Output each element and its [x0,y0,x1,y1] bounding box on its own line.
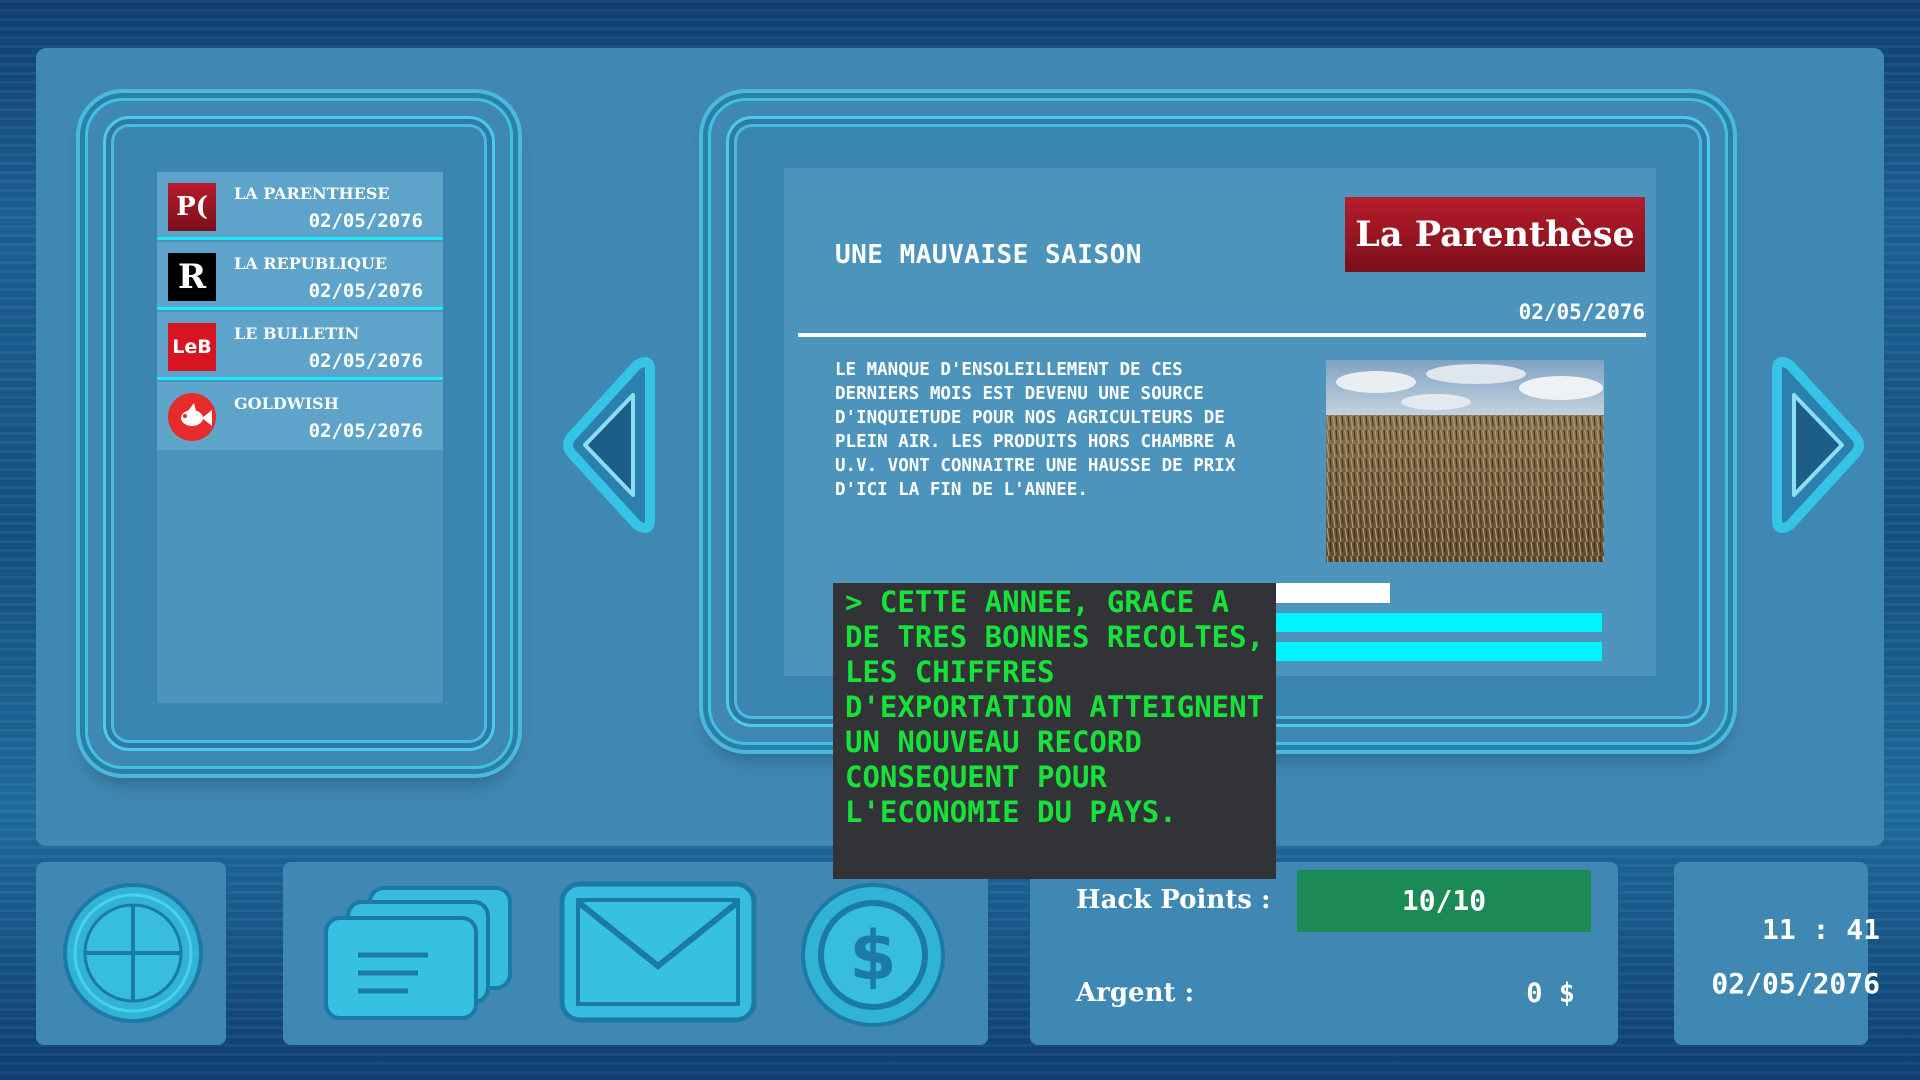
news-item-name: LE BULLETIN [234,324,360,343]
logo-text: P( [176,192,208,222]
target-icon [63,883,203,1023]
wheat-field-image [1326,360,1604,562]
news-tooltip-popup: > CETTE ANNEE, GRACE A DE TRES BONNES RE… [833,583,1276,879]
left-arrow-icon [563,357,655,533]
article-date: 02/05/2076 [1518,300,1645,324]
news-item-la-parenthese[interactable]: P( LA PARENTHESE 02/05/2076 [157,172,443,240]
hack-points-label: Hack Points : [1076,885,1271,915]
news-item-goldwish[interactable]: GOLDWISH 02/05/2076 [157,382,443,450]
logo-text: LeB [172,336,212,358]
money-label: Argent : [1076,978,1195,1008]
clock-date: 02/05/2076 [1711,967,1880,1000]
mail-icon [559,881,757,1023]
hack-points-value: 10/10 [1297,870,1591,932]
progress-bar-cyan [1226,642,1602,661]
news-button[interactable] [318,880,518,1025]
la-republique-logo-icon: R [168,253,216,301]
progress-bar-cyan [1226,613,1602,632]
news-item-name: GOLDWISH [234,394,339,413]
map-button[interactable] [58,878,208,1028]
bank-button[interactable]: $ [798,880,948,1030]
news-item-le-bulletin[interactable]: LeB LE BULLETIN 02/05/2076 [157,312,443,380]
news-item-date: 02/05/2076 [308,210,423,232]
news-item-date: 02/05/2076 [308,280,423,302]
money-value: 0 $ [1526,978,1575,1009]
la-parenthese-logo-icon: P( [168,183,216,231]
news-stack-icon [324,886,512,1020]
mail-button[interactable] [556,878,760,1026]
article-headline: UNE MAUVAISE SAISON [835,240,1142,270]
article-divider [798,333,1646,337]
news-list: P( LA PARENTHESE 02/05/2076 R LA REPUBLI… [157,172,443,703]
news-item-date: 02/05/2076 [308,420,423,442]
news-item-name: LA PARENTHESE [234,184,390,203]
svg-text:$: $ [849,917,896,996]
next-article-button[interactable] [1762,355,1872,535]
newspaper-logo: La Parenthèse [1345,197,1645,272]
news-item-date: 02/05/2076 [308,350,423,372]
dollar-coin-icon: $ [801,883,945,1027]
clock-panel [1674,862,1868,1045]
tooltip-text: > CETTE ANNEE, GRACE A DE TRES BONNES RE… [845,585,1265,829]
le-bulletin-logo-icon: LeB [168,323,216,371]
goldwish-fish-logo-icon [168,393,216,441]
news-item-la-republique[interactable]: R LA REPUBLIQUE 02/05/2076 [157,242,443,310]
right-arrow-icon [1772,357,1864,533]
news-item-name: LA REPUBLIQUE [234,254,388,273]
article-body: LE MANQUE D'ENSOLEILLEMENT DE CES DERNIE… [835,360,1236,500]
prev-article-button[interactable] [555,355,665,535]
logo-text: R [177,257,207,297]
clock-time: 11 : 41 [1761,913,1880,946]
